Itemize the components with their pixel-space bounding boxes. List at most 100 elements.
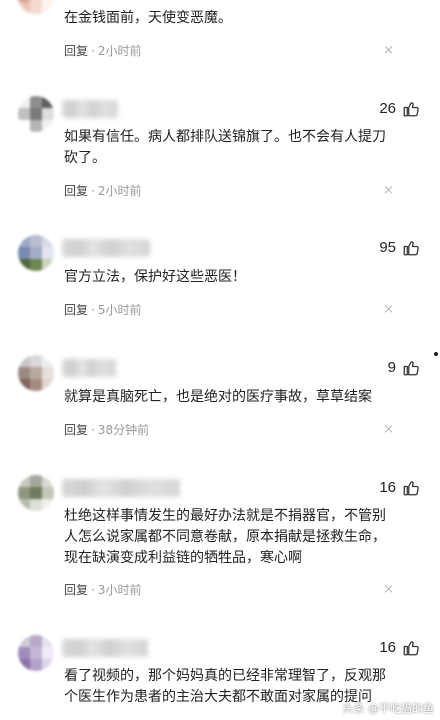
avatar-mosaic-cell: [42, 120, 54, 132]
comment-text: 杜绝这样事情发生的最好办法就是不捐器官，不管别 人怎么说家属都不同意卷献，原本捐…: [64, 508, 386, 566]
comment-text: 官方立法，保护好这些恶医！: [64, 269, 246, 285]
avatar-mosaic-cell: [30, 259, 42, 271]
reply-button[interactable]: 回复: [64, 303, 88, 317]
avatar-mosaic-cell: [18, 259, 30, 271]
avatar-mosaic-cell: [42, 247, 54, 259]
avatar-mosaic-cell: [18, 247, 30, 259]
avatar-mosaic-cell: [42, 367, 54, 379]
like-count: 16: [379, 479, 396, 496]
avatar-mosaic-cell: [30, 108, 42, 120]
thumbs-up-icon[interactable]: [402, 359, 420, 377]
avatar-mosaic-cell: [18, 96, 30, 108]
avatar-mosaic-cell: [30, 247, 42, 259]
avatar-mosaic-cell: [42, 379, 54, 391]
avatar-mosaic-cell: [30, 2, 42, 14]
avatar-mosaic-cell: [42, 108, 54, 120]
avatar-mosaic-cell: [18, 475, 30, 487]
thumbs-up-icon[interactable]: [402, 239, 420, 257]
comment-meta: 回复 · 2小时前: [64, 182, 141, 199]
comment-text: 在金钱面前，天使变恶魔。: [64, 10, 232, 26]
comment-meta: 回复 · 5小时前: [64, 301, 141, 318]
comment-item: 26 如果有信任。病人都排队送锦旗了。也不会有人提刀 砍了。 回复 · 2小时前 ×: [0, 90, 440, 210]
avatar-mosaic-cell: [42, 647, 54, 659]
username[interactable]: [62, 479, 180, 497]
avatar-mosaic-cell: [18, 647, 30, 659]
timestamp: 3小时前: [97, 583, 142, 597]
avatar[interactable]: [18, 475, 54, 511]
comment-meta: 回复 · 3小时前: [64, 581, 141, 598]
avatar[interactable]: [18, 96, 54, 132]
avatar-mosaic-cell: [18, 120, 30, 132]
comment-text: 如果有信任。病人都排队送锦旗了。也不会有人提刀 砍了。: [64, 129, 386, 166]
like-count: 26: [379, 100, 396, 117]
separator: ·: [91, 184, 95, 198]
username[interactable]: [62, 359, 116, 377]
avatar-mosaic-cell: [30, 355, 42, 367]
avatar-mosaic-cell: [30, 367, 42, 379]
comment-item: 在金钱面前，天使变恶魔。 回复 · 2小时前 ×: [0, 0, 440, 70]
timestamp: 2小时前: [97, 184, 142, 198]
avatar-mosaic-cell: [30, 647, 42, 659]
avatar-mosaic-cell: [30, 659, 42, 671]
avatar-mosaic-cell: [18, 379, 30, 391]
username[interactable]: [62, 239, 150, 257]
comment-item: 16 杜绝这样事情发生的最好办法就是不捐器官，不管别 人怎么说家属都不同意卷献，…: [0, 469, 440, 609]
avatar-mosaic-cell: [42, 355, 54, 367]
avatar-mosaic-cell: [30, 379, 42, 391]
avatar-mosaic-cell: [42, 487, 54, 499]
separator: ·: [91, 303, 95, 317]
reply-button[interactable]: 回复: [64, 583, 88, 597]
reply-button[interactable]: 回复: [64, 423, 88, 437]
avatar-mosaic-cell: [18, 487, 30, 499]
avatar-mosaic-cell: [18, 2, 30, 14]
avatar-mosaic-cell: [30, 635, 42, 647]
avatar-mosaic-cell: [30, 487, 42, 499]
avatar-mosaic-cell: [30, 235, 42, 247]
scrollbar[interactable]: [434, 352, 438, 356]
avatar-mosaic-cell: [18, 659, 30, 671]
avatar-mosaic-cell: [42, 235, 54, 247]
avatar-mosaic-cell: [18, 367, 30, 379]
close-icon[interactable]: ×: [383, 44, 394, 57]
close-icon[interactable]: ×: [383, 184, 394, 197]
close-icon[interactable]: ×: [383, 423, 394, 436]
thumbs-up-icon[interactable]: [402, 639, 420, 657]
separator: ·: [91, 423, 95, 437]
avatar-mosaic-cell: [42, 2, 54, 14]
separator: ·: [91, 583, 95, 597]
reply-button[interactable]: 回复: [64, 44, 88, 58]
comment-meta: 回复 · 38分钟前: [64, 421, 149, 438]
reply-button[interactable]: 回复: [64, 184, 88, 198]
avatar[interactable]: [18, 235, 54, 271]
avatar-mosaic-cell: [30, 120, 42, 132]
avatar[interactable]: [18, 0, 54, 14]
avatar-mosaic-cell: [18, 235, 30, 247]
avatar-mosaic-cell: [42, 259, 54, 271]
avatar-mosaic-cell: [30, 499, 42, 511]
close-icon[interactable]: ×: [383, 583, 394, 596]
avatar-mosaic-cell: [18, 499, 30, 511]
avatar-mosaic-cell: [30, 96, 42, 108]
avatar-mosaic-cell: [18, 355, 30, 367]
separator: ·: [91, 44, 95, 58]
username[interactable]: [62, 639, 148, 657]
thumbs-up-icon[interactable]: [402, 479, 420, 497]
watermark: 头条 @不吃猫的鱼: [342, 702, 435, 715]
avatar-mosaic-cell: [42, 635, 54, 647]
avatar-mosaic-cell: [18, 108, 30, 120]
avatar-mosaic-cell: [42, 499, 54, 511]
like-count: 16: [379, 639, 396, 656]
avatar-mosaic-cell: [42, 659, 54, 671]
avatar-mosaic-cell: [30, 475, 42, 487]
avatar-mosaic-cell: [18, 635, 30, 647]
timestamp: 5小时前: [97, 303, 142, 317]
avatar-mosaic-cell: [42, 96, 54, 108]
thumbs-up-icon[interactable]: [402, 100, 420, 118]
avatar[interactable]: [18, 355, 54, 391]
avatar-mosaic-cell: [42, 475, 54, 487]
close-icon[interactable]: ×: [383, 303, 394, 316]
comment-item: 95 官方立法，保护好这些恶医！ 回复 · 5小时前 ×: [0, 229, 440, 329]
timestamp: 38分钟前: [97, 423, 150, 437]
avatar[interactable]: [18, 635, 54, 671]
username[interactable]: [62, 100, 118, 118]
